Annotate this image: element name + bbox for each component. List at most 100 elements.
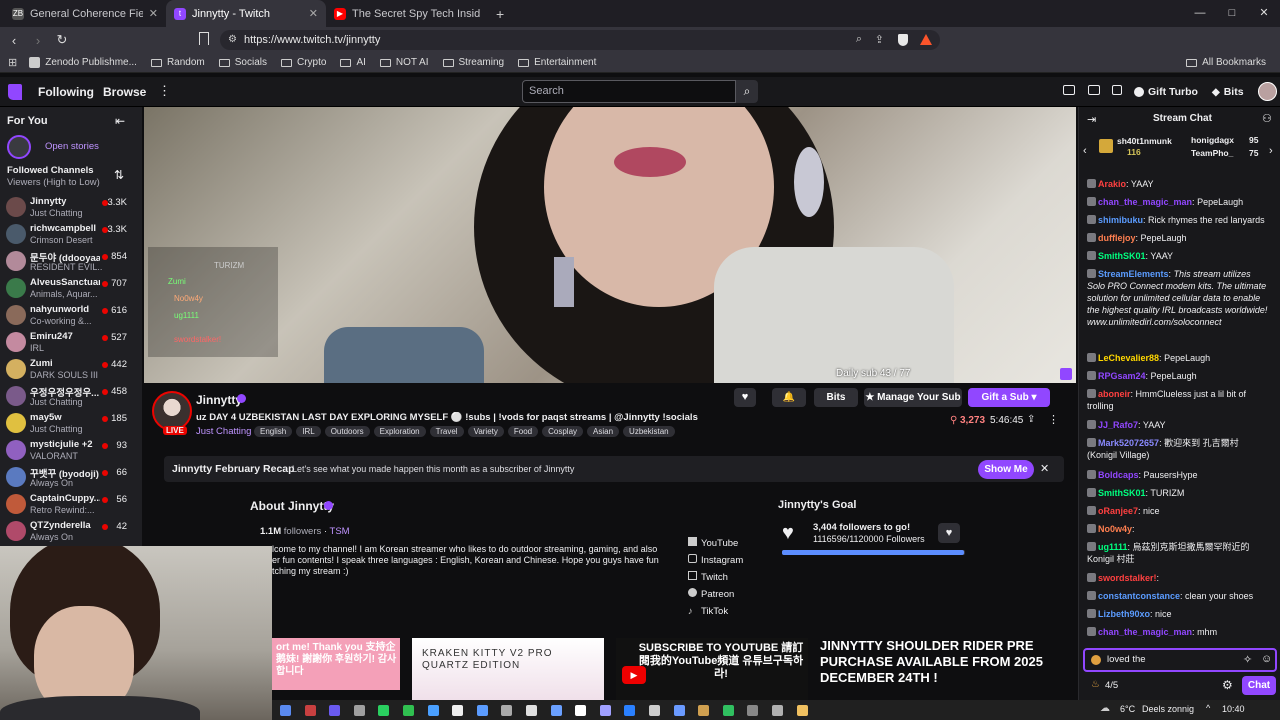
panel-image[interactable]: KRAKEN KITTY V2 PRO QUARTZ EDITION xyxy=(412,638,604,700)
browse-link[interactable]: Browse xyxy=(103,85,146,99)
taskbar-app-icon[interactable] xyxy=(796,705,808,716)
follow-heart-button[interactable]: ♥ xyxy=(938,523,960,543)
gift-turbo-button[interactable]: Gift Turbo xyxy=(1134,83,1198,101)
chat-username[interactable]: RPGsam24 xyxy=(1098,371,1146,381)
search-icon[interactable]: ⌕ xyxy=(736,80,758,103)
bits-button[interactable]: ◆ Bits xyxy=(1212,83,1244,101)
more-options-icon[interactable]: ⋮ xyxy=(1048,413,1059,426)
chat-username[interactable]: chan_the_magic_man xyxy=(1098,197,1192,207)
panel-image[interactable]: ▶ SUBSCRIBE TO YOUTUBE 請訂閱我的YouTube頻道 유튜… xyxy=(616,638,808,700)
chat-username[interactable]: JJ_Rafo7 xyxy=(1098,420,1138,430)
chat-username[interactable]: swordstalker! xyxy=(1098,573,1157,583)
category-link[interactable]: Just Chatting xyxy=(196,426,251,437)
user-avatar[interactable] xyxy=(1258,82,1277,101)
bookmark-folder[interactable]: Streaming xyxy=(442,57,504,68)
taskbar-app-icon[interactable] xyxy=(427,705,439,716)
forward-icon[interactable]: › xyxy=(28,33,48,48)
taskbar-app-icon[interactable] xyxy=(403,705,414,716)
bookmark-folder[interactable]: AI xyxy=(340,57,366,68)
whispers-icon[interactable] xyxy=(1088,85,1100,95)
zoom-icon[interactable]: ⌕ xyxy=(856,33,862,46)
new-tab-icon[interactable]: + xyxy=(496,6,504,22)
chat-input[interactable]: loved the ✧ ☺ xyxy=(1083,648,1277,672)
share-icon[interactable]: ⇪ xyxy=(875,33,884,46)
taskbar-app-icon[interactable] xyxy=(599,705,611,716)
sidebar-channel[interactable]: CaptainCuppy... Retro Rewind:... 56 xyxy=(0,491,142,518)
tag[interactable]: Exploration xyxy=(373,426,426,437)
all-bookmarks[interactable]: All Bookmarks xyxy=(1186,57,1266,68)
collapse-chat-icon[interactable]: ⇥ xyxy=(1087,113,1096,126)
stories-avatar[interactable] xyxy=(7,135,31,159)
browser-tab[interactable]: ▶ The Secret Spy Tech Inside Every Cre xyxy=(326,0,488,27)
social-patreon[interactable]: Patreon xyxy=(688,586,743,603)
video-player[interactable]: TURIZM Zumi No0w4y ug1111 swordstalker! … xyxy=(144,107,1076,383)
tag[interactable]: Asian xyxy=(587,426,620,437)
manage-sub-button[interactable]: ★ Manage Your Sub xyxy=(864,388,962,407)
taskbar-app-icon[interactable] xyxy=(772,705,783,716)
chat-username[interactable]: SmithSK01 xyxy=(1098,488,1146,498)
taskbar-app-icon[interactable] xyxy=(722,705,734,716)
following-link[interactable]: Following xyxy=(38,85,94,99)
social-instagram[interactable]: Instagram xyxy=(688,552,743,569)
tag[interactable]: Travel xyxy=(429,426,464,437)
social-twitch[interactable]: Twitch xyxy=(688,569,743,586)
follow-heart-button[interactable]: ♥ xyxy=(734,388,756,407)
sidebar-channel[interactable]: may5w Just Chatting 185 xyxy=(0,410,142,437)
twitch-logo-icon[interactable] xyxy=(8,84,22,100)
sidebar-channel[interactable]: nahyunworld Co-working &... 616 xyxy=(0,302,142,329)
sidebar-channel[interactable]: Emiru247 IRL 527 xyxy=(0,329,142,356)
brave-rewards-icon[interactable] xyxy=(920,34,932,45)
close-icon[interactable]: ✕ xyxy=(1040,462,1049,475)
chat-username[interactable]: shimibuku xyxy=(1098,215,1143,225)
bookmark-folder[interactable]: Socials xyxy=(218,57,267,68)
tag[interactable]: English xyxy=(254,426,293,437)
bookmark-folder[interactable]: NOT AI xyxy=(379,57,429,68)
search-input[interactable]: Search xyxy=(522,80,736,103)
sidebar-channel[interactable]: QTZynderella Always On 42 xyxy=(0,518,142,545)
reload-icon[interactable]: ↻ xyxy=(52,32,72,48)
taskbar-app-icon[interactable] xyxy=(649,705,660,716)
emote-picker-icon[interactable]: ☺ xyxy=(1261,653,1272,665)
chevron-left-icon[interactable]: ‹ xyxy=(1083,145,1087,157)
community-icon[interactable]: ⚇ xyxy=(1262,112,1272,125)
tag[interactable]: IRL xyxy=(296,426,321,437)
brave-shield-icon[interactable] xyxy=(898,34,908,46)
taskbar-app-icon[interactable] xyxy=(353,705,365,716)
close-tab-icon[interactable]: ✕ xyxy=(309,7,318,20)
chat-username[interactable]: ug1111 xyxy=(1098,542,1128,552)
bookmark-icon[interactable] xyxy=(199,32,209,45)
sidebar-channel[interactable]: 꾸뱃꾸 (byodoji) Always On 66 xyxy=(0,464,142,491)
sparkle-icon[interactable]: ✧ xyxy=(1243,653,1252,666)
tag[interactable]: Cosplay xyxy=(542,426,584,437)
share-icon[interactable]: ⇪ xyxy=(1027,414,1035,425)
channel-name[interactable]: Jinnytty xyxy=(196,393,242,407)
browser-tab[interactable]: ZB General Coherence Field Theory (GC ✕ xyxy=(4,0,166,27)
sidebar-channel[interactable]: 우정우정우정우... Just Chatting 458 xyxy=(0,383,142,410)
gift-sub-button[interactable]: Gift a Sub ▾ xyxy=(968,388,1050,407)
more-menu-icon[interactable]: ⋮ xyxy=(158,83,171,99)
sidebar-channel[interactable]: Zumi DARK SOULS III 442 xyxy=(0,356,142,383)
chat-username[interactable]: Boldcaps xyxy=(1098,470,1139,480)
notifications-icon[interactable] xyxy=(1112,85,1122,95)
inbox-icon[interactable] xyxy=(1063,85,1075,95)
apps-grid-icon[interactable]: ⊞ xyxy=(8,56,17,69)
tag[interactable]: Food xyxy=(507,426,539,437)
taskbar-app-icon[interactable] xyxy=(329,705,341,716)
taskbar-app-icon[interactable] xyxy=(378,705,390,716)
chat-username[interactable]: SmithSK01 xyxy=(1098,251,1146,261)
bookmark-folder[interactable]: Entertainment xyxy=(518,57,596,68)
bookmark-folder[interactable]: Crypto xyxy=(281,57,326,68)
taskbar-app-icon[interactable] xyxy=(747,705,759,716)
sidebar-channel[interactable]: richwcampbell Crimson Desert 3.3K xyxy=(0,221,142,248)
chat-send-button[interactable]: Chat xyxy=(1242,676,1276,695)
chat-username[interactable]: Arakio xyxy=(1098,179,1126,189)
taskbar-app-icon[interactable] xyxy=(698,705,710,716)
tray-chevron-icon[interactable]: ^ xyxy=(1206,703,1210,713)
bookmark-folder[interactable]: Random xyxy=(150,57,205,68)
chat-username[interactable]: constantconstance xyxy=(1098,591,1180,601)
chat-username[interactable]: chan_the_magic_man xyxy=(1098,627,1192,637)
sidebar-channel[interactable]: mysticjulie +2 VALORANT 93 xyxy=(0,437,142,464)
chat-username[interactable]: dufflejoy xyxy=(1098,233,1136,243)
sidebar-channel[interactable]: 문두야 (ddooyaa) RESIDENT EVIL... 854 xyxy=(0,248,142,275)
open-stories-link[interactable]: Open stories xyxy=(45,141,99,152)
